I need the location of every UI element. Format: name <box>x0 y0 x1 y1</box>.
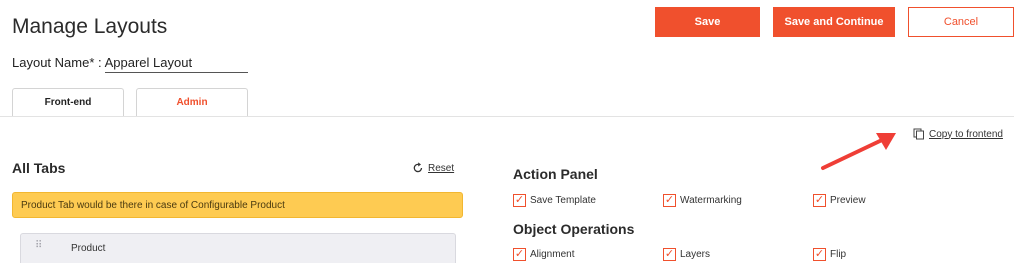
checkbox-label: Alignment <box>530 249 575 260</box>
page-title: Manage Layouts <box>12 15 168 38</box>
tab-item-label: Product <box>71 243 106 254</box>
checkbox-layers[interactable]: ✓ Layers <box>663 248 710 261</box>
checkmark-icon[interactable]: ✓ <box>663 194 676 207</box>
checkbox-save-template[interactable]: ✓ Save Template <box>513 194 596 207</box>
tab-admin[interactable]: Admin <box>136 88 248 116</box>
drag-handle-icon[interactable]: ⠿ <box>35 241 49 251</box>
all-tabs-title: All Tabs <box>12 160 66 176</box>
checkbox-label: Save Template <box>530 195 596 206</box>
checkmark-icon[interactable]: ✓ <box>663 248 676 261</box>
layout-name-field: Layout Name* : Apparel Layout <box>12 55 248 73</box>
checkbox-watermarking[interactable]: ✓ Watermarking <box>663 194 742 207</box>
checkbox-label: Flip <box>830 249 847 260</box>
pointer-arrow-icon <box>821 133 896 170</box>
checkmark-icon[interactable]: ✓ <box>513 248 526 261</box>
copy-icon <box>913 128 924 140</box>
checkmark-icon[interactable]: ✓ <box>813 194 826 207</box>
layout-name-label: Layout Name* : <box>12 55 102 70</box>
reset-icon <box>413 162 423 173</box>
checkmark-icon[interactable]: ✓ <box>513 194 526 207</box>
action-panel-title: Action Panel <box>513 166 598 182</box>
tab-divider <box>0 116 1014 117</box>
copy-to-frontend-label: Copy to frontend <box>929 128 1003 140</box>
tab-front-end[interactable]: Front-end <box>12 88 124 116</box>
save-and-continue-button[interactable]: Save and Continue <box>773 7 895 37</box>
layout-name-input[interactable]: Apparel Layout <box>104 55 248 73</box>
checkbox-preview[interactable]: ✓ Preview <box>813 194 866 207</box>
configurable-product-notice: Product Tab would be there in case of Co… <box>12 192 463 218</box>
checkbox-flip[interactable]: ✓ Flip <box>813 248 846 261</box>
save-button[interactable]: Save <box>655 7 760 37</box>
checkbox-label: Watermarking <box>680 195 742 206</box>
reset-label: Reset <box>428 162 455 174</box>
checkbox-label: Preview <box>830 195 866 206</box>
tab-list-item[interactable]: ⠿ Product <box>20 233 456 263</box>
checkbox-label: Layers <box>680 249 711 260</box>
reset-link[interactable]: Reset <box>412 162 454 174</box>
checkbox-alignment[interactable]: ✓ Alignment <box>513 248 574 261</box>
copy-to-frontend-link[interactable]: Copy to frontend <box>913 128 1003 140</box>
cancel-button[interactable]: Cancel <box>908 7 1014 37</box>
checkmark-icon[interactable]: ✓ <box>813 248 826 261</box>
object-operations-title: Object Operations <box>513 221 635 237</box>
